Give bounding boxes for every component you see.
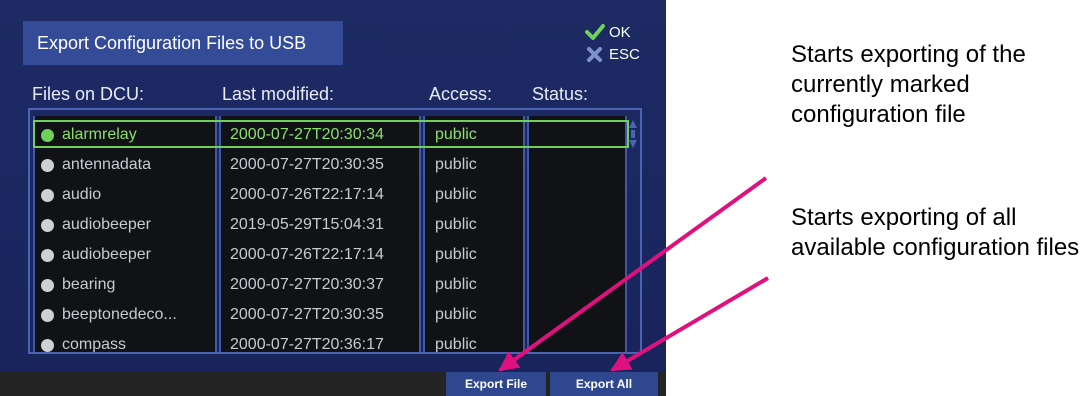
export-file-arrow-icon [498, 176, 768, 372]
annotation-arrows [498, 176, 770, 372]
export-all-arrow-icon [610, 276, 770, 372]
